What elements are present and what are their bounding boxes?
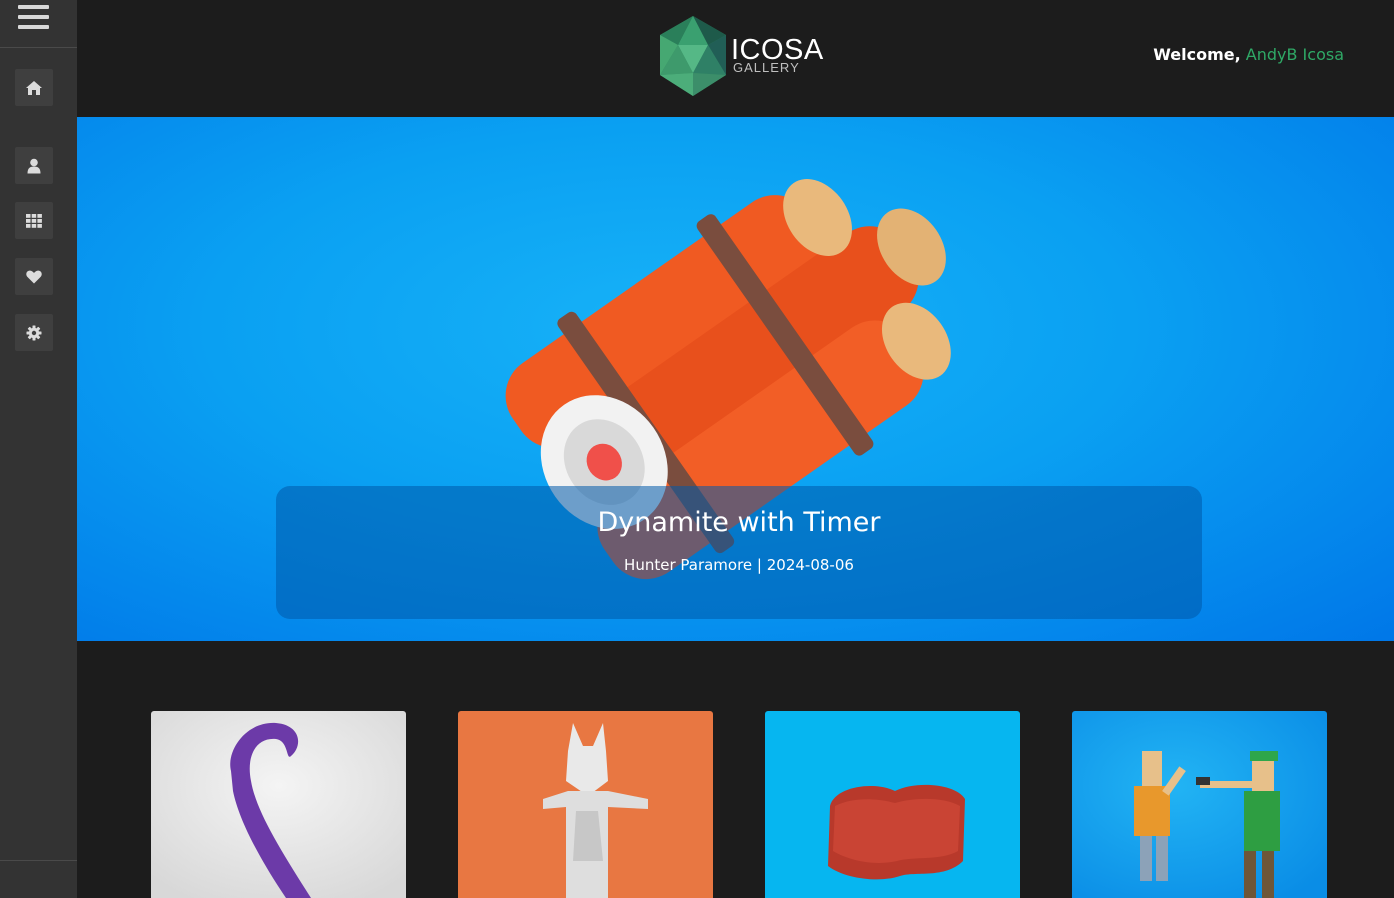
user-icon — [27, 158, 41, 173]
sidebar-item-gallery[interactable] — [15, 202, 53, 239]
hamburger-menu-icon[interactable] — [0, 0, 77, 48]
sidebar-item-settings[interactable] — [15, 314, 53, 351]
gear-icon — [26, 325, 42, 340]
welcome-message: Welcome, AndyB Icosa — [1153, 45, 1344, 64]
sidebar-item-likes[interactable] — [15, 258, 53, 295]
sidebar-item-home[interactable] — [15, 69, 53, 106]
hero-title[interactable]: Dynamite with Timer — [276, 506, 1202, 540]
username-link[interactable]: AndyB Icosa — [1246, 45, 1344, 64]
icosahedron-logo-icon — [660, 16, 726, 96]
logo-subtitle: GALLERY — [733, 60, 800, 75]
red-shape-model-image — [765, 711, 1020, 898]
sidebar-item-profile[interactable] — [15, 147, 53, 184]
hero-caption: Dynamite with Timer Hunter Paramore | 20… — [276, 486, 1202, 619]
welcome-prefix: Welcome, — [1153, 45, 1241, 64]
logo[interactable]: ICOSA GALLERY — [658, 15, 823, 97]
tentacle-model-image — [151, 711, 406, 898]
header: ICOSA GALLERY Welcome, AndyB Icosa — [77, 0, 1394, 117]
model-card[interactable] — [1072, 711, 1327, 898]
characters-model-image — [1072, 711, 1327, 898]
hero-meta: Hunter Paramore | 2024-08-06 — [624, 556, 854, 574]
model-card[interactable] — [765, 711, 1020, 898]
sidebar-divider — [0, 860, 77, 861]
lowpoly-fox-model-image — [458, 711, 713, 898]
model-card[interactable] — [458, 711, 713, 898]
model-card[interactable] — [151, 711, 406, 898]
featured-model-hero[interactable]: Dynamite with Timer Hunter Paramore | 20… — [77, 117, 1394, 641]
heart-icon — [26, 270, 42, 283]
home-icon — [26, 80, 42, 95]
sidebar — [0, 0, 77, 898]
grid-icon — [26, 213, 42, 228]
